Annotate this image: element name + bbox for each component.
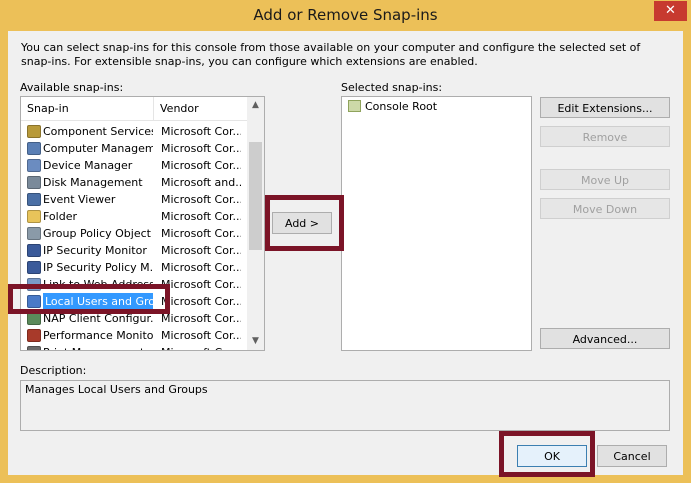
snapin-vendor: Microsoft Cor... bbox=[161, 278, 241, 291]
snapin-vendor: Microsoft Cor... bbox=[161, 125, 241, 138]
console-root-icon bbox=[348, 100, 361, 112]
add-button[interactable]: Add > bbox=[272, 212, 332, 234]
snapin-vendor: Microsoft Cor... bbox=[161, 159, 241, 172]
performance-monitor-icon bbox=[27, 329, 41, 342]
snapin-row[interactable]: Link to Web Address Microsoft Cor... bbox=[21, 276, 261, 293]
selected-snapins-label: Selected snap-ins: bbox=[341, 81, 443, 94]
close-button[interactable]: ✕ bbox=[654, 1, 687, 21]
snapin-row[interactable]: NAP Client Configur... Microsoft Cor... bbox=[21, 310, 261, 327]
disk-management-icon bbox=[27, 176, 41, 189]
remove-button[interactable]: Remove bbox=[540, 126, 670, 147]
move-down-button[interactable]: Move Down bbox=[540, 198, 670, 219]
move-up-button[interactable]: Move Up bbox=[540, 169, 670, 190]
ip-security-policy-icon bbox=[27, 261, 41, 274]
snapin-name: IP Security Policy M... bbox=[43, 261, 153, 274]
tree-item-console-root[interactable]: Console Root bbox=[342, 97, 531, 116]
snapin-vendor: Microsoft and... bbox=[161, 176, 241, 189]
snapin-row[interactable]: Disk Management Microsoft and... bbox=[21, 174, 261, 191]
device-manager-icon bbox=[27, 159, 41, 172]
group-policy-icon bbox=[27, 227, 41, 240]
description-text: Manages Local Users and Groups bbox=[25, 383, 208, 396]
available-snapins-list[interactable]: Snap-in Vendor Component Services Microso… bbox=[20, 96, 265, 351]
scroll-thumb[interactable] bbox=[249, 142, 262, 250]
component-services-icon bbox=[27, 125, 41, 138]
snapin-name: Performance Monitor bbox=[43, 329, 153, 342]
snapin-row[interactable]: IP Security Policy M... Microsoft Cor... bbox=[21, 259, 261, 276]
local-users-icon bbox=[27, 295, 41, 308]
snapin-name: IP Security Monitor bbox=[43, 244, 147, 257]
snapin-name: Event Viewer bbox=[43, 193, 116, 206]
snapin-vendor: Microsoft Cor... bbox=[161, 142, 241, 155]
nap-client-icon bbox=[27, 312, 41, 325]
edit-extensions-button[interactable]: Edit Extensions... bbox=[540, 97, 670, 118]
print-management-icon bbox=[27, 346, 41, 350]
snapin-name: Print Management bbox=[43, 344, 153, 350]
column-header-snapin[interactable]: Snap-in bbox=[21, 97, 154, 121]
dialog-window: Add or Remove Snap-ins ✕ You can select … bbox=[0, 0, 691, 483]
close-icon: ✕ bbox=[665, 3, 676, 18]
list-scrollbar[interactable]: ▲ ▼ bbox=[247, 97, 264, 350]
event-viewer-icon bbox=[27, 193, 41, 206]
ok-button[interactable]: OK bbox=[517, 445, 587, 467]
description-box: Manages Local Users and Groups bbox=[20, 380, 670, 431]
snapin-name: Disk Management bbox=[43, 176, 143, 189]
snapin-vendor: Microsoft Cor... bbox=[161, 261, 241, 274]
snapin-row[interactable]: Device Manager Microsoft Cor... bbox=[21, 157, 261, 174]
snapin-name: NAP Client Configur... bbox=[43, 312, 153, 325]
snapin-vendor: Microsoft Cor... bbox=[161, 329, 241, 342]
snapin-name: Device Manager bbox=[43, 159, 133, 172]
computer-management-icon bbox=[27, 142, 41, 155]
snapin-vendor: Microsoft Cor... bbox=[161, 344, 241, 350]
snapin-row[interactable]: Folder Microsoft Cor... bbox=[21, 208, 261, 225]
snapin-row[interactable]: Print Management Microsoft Cor... bbox=[21, 344, 261, 350]
snapin-vendor: Microsoft Cor... bbox=[161, 295, 241, 308]
snapin-name: Component Services bbox=[43, 125, 153, 138]
snapin-row[interactable]: Event Viewer Microsoft Cor... bbox=[21, 191, 261, 208]
list-rows: Component Services Microsoft Cor... Comput… bbox=[21, 123, 261, 350]
console-root-label: Console Root bbox=[365, 100, 438, 113]
snapin-name: Local Users and Gro... bbox=[43, 293, 153, 310]
snapin-vendor: Microsoft Cor... bbox=[161, 244, 241, 257]
snapin-row[interactable]: Component Services Microsoft Cor... bbox=[21, 123, 261, 140]
snapin-vendor: Microsoft Cor... bbox=[161, 210, 241, 223]
snapin-row[interactable]: Group Policy Object ... Microsoft Cor... bbox=[21, 225, 261, 242]
snapin-row[interactable]: Performance Monitor Microsoft Cor... bbox=[21, 327, 261, 344]
snapin-name: Folder bbox=[43, 210, 77, 223]
snapin-vendor: Microsoft Cor... bbox=[161, 312, 241, 325]
folder-icon bbox=[27, 210, 41, 223]
selected-snapins-list[interactable]: Console Root bbox=[341, 96, 532, 351]
title-bar[interactable]: Add or Remove Snap-ins ✕ bbox=[0, 0, 691, 31]
scroll-up-icon[interactable]: ▲ bbox=[247, 97, 264, 114]
cancel-button[interactable]: Cancel bbox=[597, 445, 667, 467]
snapin-vendor: Microsoft Cor... bbox=[161, 193, 241, 206]
snapin-vendor: Microsoft Cor... bbox=[161, 227, 241, 240]
snapin-row[interactable]: Local Users and Gro... Microsoft Cor... bbox=[21, 293, 261, 310]
snapin-name: Link to Web Address bbox=[43, 278, 153, 291]
snapin-name: Group Policy Object ... bbox=[43, 227, 153, 240]
snapin-row[interactable]: Computer Managem... Microsoft Cor... bbox=[21, 140, 261, 157]
dialog-client-area: You can select snap-ins for this console… bbox=[8, 31, 683, 475]
description-label: Description: bbox=[20, 364, 87, 377]
list-header: Snap-in Vendor bbox=[21, 97, 264, 121]
available-snapins-label: Available snap-ins: bbox=[20, 81, 124, 94]
advanced-button[interactable]: Advanced... bbox=[540, 328, 670, 349]
snapin-row[interactable]: IP Security Monitor Microsoft Cor... bbox=[21, 242, 261, 259]
ip-security-monitor-icon bbox=[27, 244, 41, 257]
scroll-down-icon[interactable]: ▼ bbox=[247, 333, 264, 350]
intro-text: You can select snap-ins for this console… bbox=[21, 41, 641, 68]
snapin-name: Computer Managem... bbox=[43, 142, 153, 155]
dialog-title: Add or Remove Snap-ins bbox=[253, 6, 438, 24]
link-icon bbox=[27, 278, 41, 291]
